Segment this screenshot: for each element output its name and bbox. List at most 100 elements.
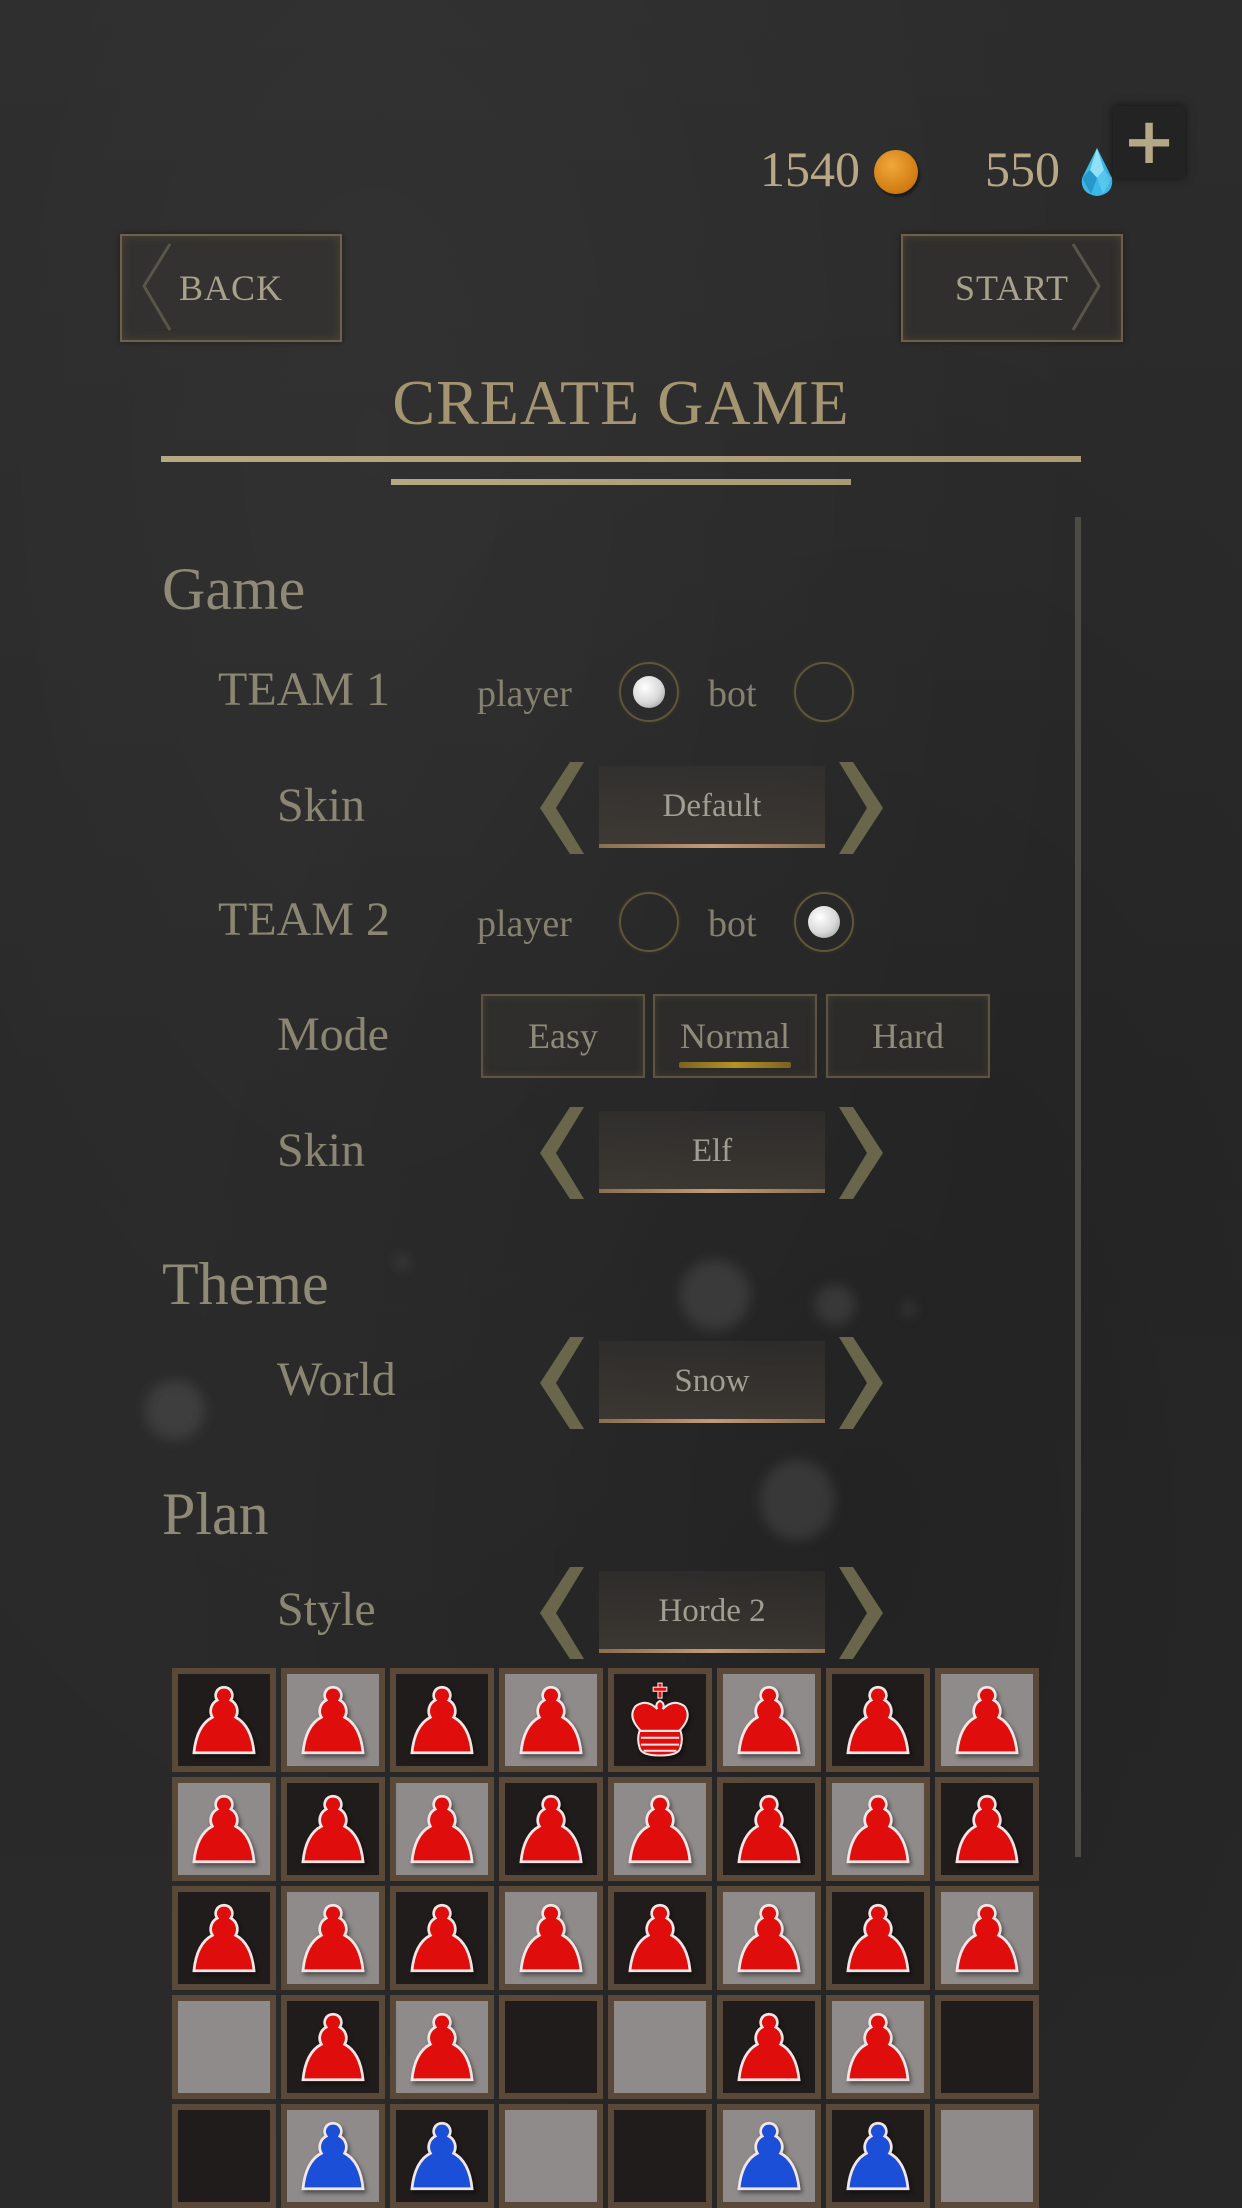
board-cell	[935, 1886, 1039, 1990]
red-pawn-icon	[192, 1903, 256, 1973]
mode-hard-button[interactable]: Hard	[826, 994, 990, 1078]
red-pawn-icon	[955, 1903, 1019, 1973]
style-selector: Horde 2	[599, 1571, 825, 1651]
team1-skin-prev-button[interactable]	[540, 762, 584, 854]
team1-player-label: player	[477, 673, 572, 715]
team1-bot-radio[interactable]	[794, 662, 854, 722]
board-cell	[281, 1995, 385, 2099]
snow-particle	[395, 1255, 409, 1269]
team1-bot-label: bot	[708, 673, 757, 715]
board-cell	[281, 1668, 385, 1772]
back-label: BACK	[178, 268, 284, 308]
board-cell	[608, 2104, 712, 2208]
board-cell	[935, 1995, 1039, 2099]
team2-skin-selector: Elf	[599, 1111, 825, 1191]
red-pawn-icon	[846, 1903, 910, 1973]
add-currency-button[interactable]: +	[1113, 106, 1185, 178]
board-cell	[499, 1886, 603, 1990]
coin-count: 1540	[760, 141, 860, 197]
board-cell	[717, 1995, 821, 2099]
mode-easy-label: Easy	[528, 1016, 598, 1056]
board-cell	[935, 2104, 1039, 2208]
snow-particle	[145, 1380, 205, 1440]
board-cell	[281, 2104, 385, 2208]
red-pawn-icon	[737, 1903, 801, 1973]
red-pawn-icon	[737, 1794, 801, 1864]
selector-underline	[599, 1189, 825, 1193]
team2-player-label: player	[477, 903, 572, 945]
board-cell	[172, 2104, 276, 2208]
radio-selected-dot	[633, 676, 665, 708]
red-pawn-icon	[192, 1685, 256, 1755]
style-prev-button[interactable]	[540, 1567, 584, 1659]
red-pawn-icon	[628, 1794, 692, 1864]
red-pawn-icon	[410, 1794, 474, 1864]
mode-normal-button[interactable]: Normal	[653, 994, 817, 1078]
red-pawn-icon	[737, 2012, 801, 2082]
start-button[interactable]: START	[901, 234, 1123, 342]
board-cell	[281, 1886, 385, 1990]
red-pawn-icon	[955, 1685, 1019, 1755]
team2-label: TEAM 2	[218, 893, 390, 946]
team2-bot-radio[interactable]	[794, 892, 854, 952]
red-pawn-icon	[301, 1903, 365, 1973]
board-cell	[826, 1777, 930, 1881]
radio-selected-dot	[808, 906, 840, 938]
board-cell	[608, 1777, 712, 1881]
mode-normal-label: Normal	[680, 1016, 790, 1056]
red-king-icon	[631, 1682, 689, 1757]
team2-skin-prev-button[interactable]	[540, 1107, 584, 1199]
red-pawn-icon	[519, 1794, 583, 1864]
red-pawn-icon	[955, 1794, 1019, 1864]
scrollbar[interactable]	[1075, 517, 1081, 1857]
team1-player-radio[interactable]	[619, 662, 679, 722]
style-next-button[interactable]	[839, 1567, 883, 1659]
red-pawn-icon	[410, 2012, 474, 2082]
board-cell	[390, 2104, 494, 2208]
back-button[interactable]: BACK	[120, 234, 342, 342]
red-pawn-icon	[301, 2012, 365, 2082]
red-pawn-icon	[410, 1903, 474, 1973]
board-cell	[717, 2104, 821, 2208]
snow-particle	[902, 1302, 916, 1316]
board-cell	[172, 1886, 276, 1990]
red-pawn-icon	[301, 1794, 365, 1864]
title-divider	[161, 456, 1081, 462]
team2-skin-next-button[interactable]	[839, 1107, 883, 1199]
board-cell	[608, 1995, 712, 2099]
page-title: CREATE GAME	[392, 367, 850, 438]
style-value: Horde 2	[658, 1592, 766, 1629]
gem-count: 550	[985, 141, 1060, 197]
world-next-button[interactable]	[839, 1337, 883, 1429]
board-cell	[717, 1668, 821, 1772]
board-cell	[172, 1777, 276, 1881]
mode-easy-button[interactable]: Easy	[481, 994, 645, 1078]
team1-skin-value: Default	[662, 787, 762, 824]
world-value: Snow	[674, 1362, 750, 1399]
board-cell	[499, 1777, 603, 1881]
blue-gem-icon	[1081, 148, 1113, 196]
chevron-right-icon	[1071, 243, 1101, 331]
world-prev-button[interactable]	[540, 1337, 584, 1429]
selector-underline	[599, 844, 825, 848]
board-cell	[826, 1886, 930, 1990]
plus-icon: +	[1122, 105, 1176, 179]
team2-skin-label: Skin	[277, 1124, 366, 1177]
board-cell	[499, 2104, 603, 2208]
board-cell	[826, 1668, 930, 1772]
board-cell	[935, 1668, 1039, 1772]
board-cell	[717, 1777, 821, 1881]
chevron-left-icon	[142, 243, 172, 331]
board-cell	[172, 1668, 276, 1772]
board-cell	[608, 1886, 712, 1990]
red-pawn-icon	[519, 1903, 583, 1973]
team2-player-radio[interactable]	[619, 892, 679, 952]
snow-particle	[680, 1260, 750, 1330]
red-pawn-icon	[410, 1685, 474, 1755]
red-pawn-icon	[301, 1685, 365, 1755]
board-cell	[390, 1668, 494, 1772]
red-pawn-icon	[846, 1685, 910, 1755]
red-pawn-icon	[846, 2012, 910, 2082]
board-cell	[281, 1777, 385, 1881]
team1-skin-next-button[interactable]	[839, 762, 883, 854]
